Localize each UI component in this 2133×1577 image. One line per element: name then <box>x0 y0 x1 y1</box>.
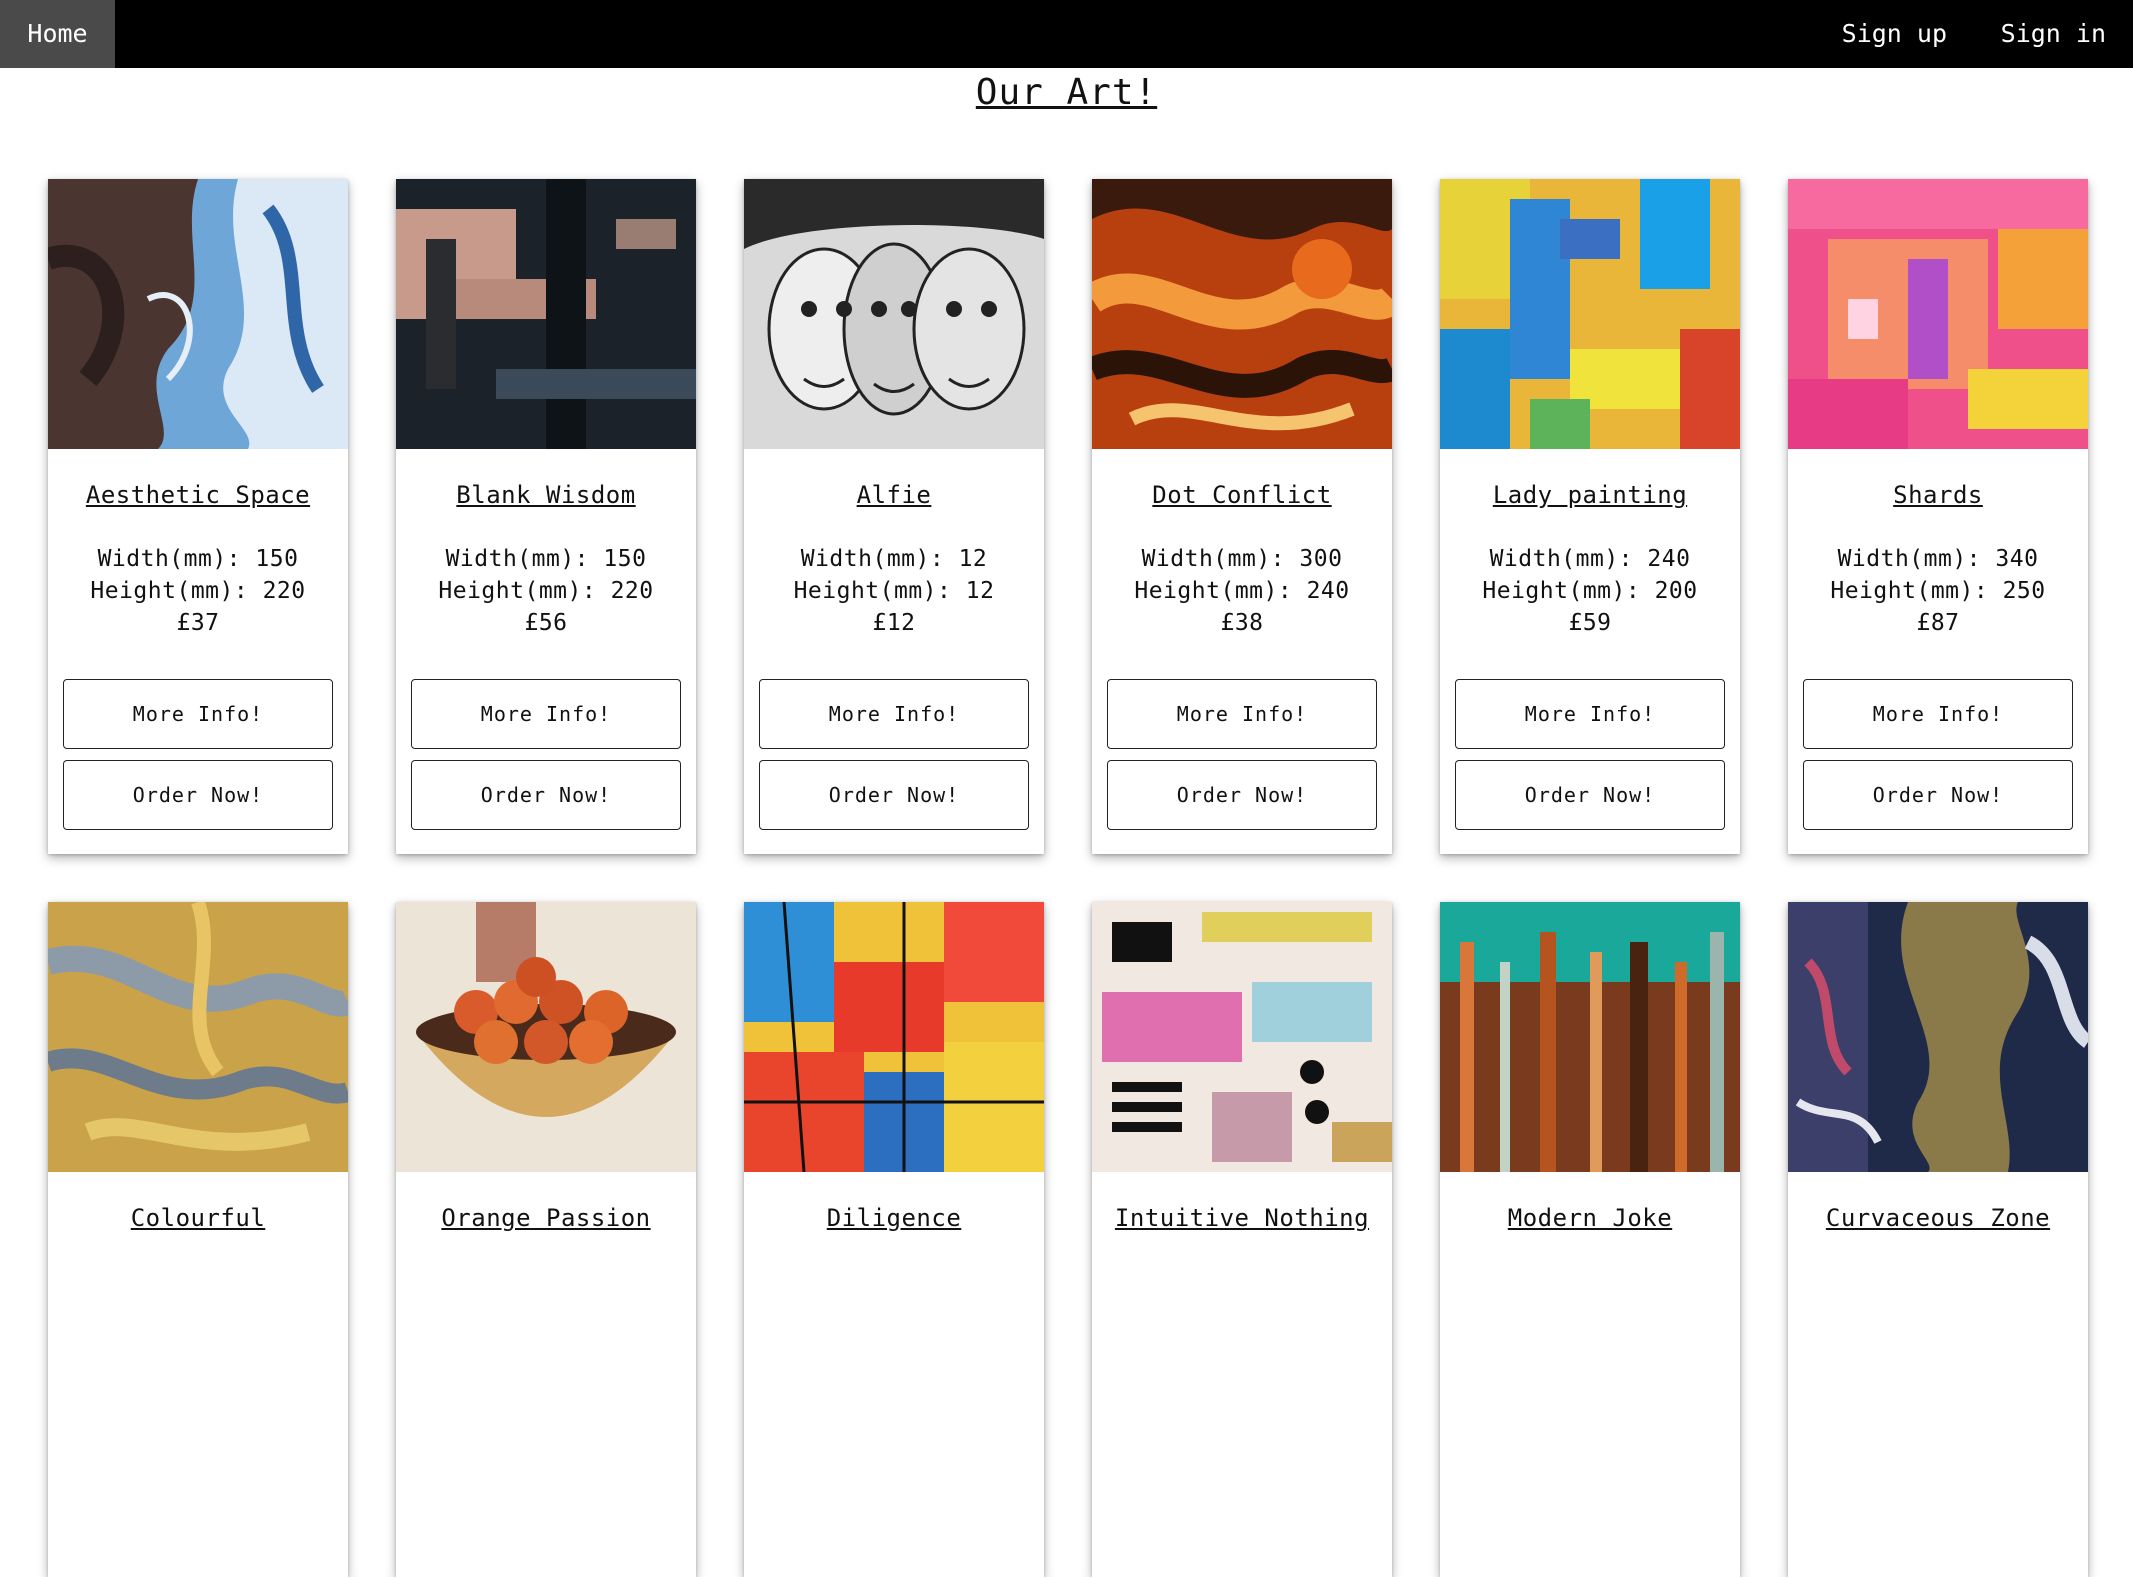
height-label: Height(mm): <box>1482 578 1655 604</box>
artwork-title-link[interactable]: Curvaceous Zone <box>1788 1204 2088 1234</box>
artwork-title-link[interactable]: Modern Joke <box>1440 1204 1740 1234</box>
art-card: Aesthetic Space Width(mm): 150 Height(mm… <box>48 179 348 854</box>
height-label: Height(mm): <box>1134 578 1307 604</box>
artwork-title-link[interactable]: Shards <box>1788 481 2088 511</box>
page-title: Our Art! <box>975 72 1158 113</box>
artwork-title-link[interactable]: Diligence <box>744 1204 1044 1234</box>
artwork-image[interactable] <box>48 179 348 449</box>
width-value: 240 <box>1647 546 1691 572</box>
art-card: Modern Joke <box>1440 902 1740 1577</box>
art-gallery-grid: Aesthetic Space Width(mm): 150 Height(mm… <box>48 179 2088 1577</box>
art-card: Diligence <box>744 902 1044 1577</box>
artwork-title-link[interactable]: Lady painting <box>1440 481 1740 511</box>
price: £12 <box>872 610 916 636</box>
width-label: Width(mm): <box>1489 546 1648 572</box>
artwork-specs: Width(mm): 300 Height(mm): 240 £38 <box>1092 543 1392 639</box>
order-now-button[interactable]: Order Now! <box>1107 760 1377 830</box>
order-now-button[interactable]: Order Now! <box>1455 760 1725 830</box>
artwork-specs: Width(mm): 240 Height(mm): 200 £59 <box>1440 543 1740 639</box>
artwork-image[interactable] <box>744 179 1044 449</box>
height-value: 200 <box>1654 578 1698 604</box>
nav-sign-up-link[interactable]: Sign up <box>1842 0 1947 68</box>
width-value: 150 <box>603 546 647 572</box>
height-value: 220 <box>262 578 306 604</box>
art-card: Shards Width(mm): 340 Height(mm): 250 £8… <box>1788 179 2088 854</box>
artwork-title-link[interactable]: Intuitive Nothing <box>1092 1204 1392 1234</box>
width-label: Width(mm): <box>1837 546 1996 572</box>
artwork-title-link[interactable]: Blank Wisdom <box>396 481 696 511</box>
order-now-button[interactable]: Order Now! <box>1803 760 2073 830</box>
art-card: Intuitive Nothing <box>1092 902 1392 1577</box>
artwork-specs: Width(mm): 12 Height(mm): 12 £12 <box>744 543 1044 639</box>
height-value: 12 <box>965 578 995 604</box>
artwork-image[interactable] <box>1092 179 1392 449</box>
artwork-image[interactable] <box>1440 902 1740 1172</box>
artwork-specs: Width(mm): 340 Height(mm): 250 £87 <box>1788 543 2088 639</box>
order-now-button[interactable]: Order Now! <box>63 760 333 830</box>
price: £59 <box>1568 610 1612 636</box>
art-card: Curvaceous Zone <box>1788 902 2088 1577</box>
more-info-button[interactable]: More Info! <box>1803 679 2073 749</box>
artwork-image[interactable] <box>48 902 348 1172</box>
nav-home-link[interactable]: Home <box>0 0 115 68</box>
artwork-image[interactable] <box>396 902 696 1172</box>
order-now-button[interactable]: Order Now! <box>411 760 681 830</box>
height-label: Height(mm): <box>1830 578 2003 604</box>
artwork-title-link[interactable]: Dot Conflict <box>1092 481 1392 511</box>
artwork-title-link[interactable]: Orange Passion <box>396 1204 696 1234</box>
art-card: Blank Wisdom Width(mm): 150 Height(mm): … <box>396 179 696 854</box>
more-info-button[interactable]: More Info! <box>63 679 333 749</box>
more-info-button[interactable]: More Info! <box>759 679 1029 749</box>
nav-sign-in-link[interactable]: Sign in <box>2001 0 2106 68</box>
navbar: Home Sign up Sign in <box>0 0 2133 68</box>
price: £38 <box>1220 610 1264 636</box>
price: £87 <box>1916 610 1960 636</box>
height-label: Height(mm): <box>793 578 966 604</box>
artwork-image[interactable] <box>744 902 1044 1172</box>
price: £37 <box>176 610 220 636</box>
artwork-image[interactable] <box>1440 179 1740 449</box>
artwork-image[interactable] <box>1788 902 2088 1172</box>
artwork-specs: Width(mm): 150 Height(mm): 220 £56 <box>396 543 696 639</box>
artwork-title-link[interactable]: Alfie <box>744 481 1044 511</box>
artwork-title-link[interactable]: Aesthetic Space <box>48 481 348 511</box>
artwork-image[interactable] <box>396 179 696 449</box>
width-value: 150 <box>255 546 299 572</box>
width-label: Width(mm): <box>445 546 604 572</box>
height-value: 250 <box>2002 578 2046 604</box>
width-label: Width(mm): <box>1141 546 1300 572</box>
height-label: Height(mm): <box>90 578 263 604</box>
height-value: 220 <box>610 578 654 604</box>
artwork-image[interactable] <box>1788 179 2088 449</box>
artwork-specs: Width(mm): 150 Height(mm): 220 £37 <box>48 543 348 639</box>
art-card: Orange Passion <box>396 902 696 1577</box>
art-card: Colourful <box>48 902 348 1577</box>
art-card: Alfie Width(mm): 12 Height(mm): 12 £12 M… <box>744 179 1044 854</box>
height-value: 240 <box>1306 578 1350 604</box>
more-info-button[interactable]: More Info! <box>1455 679 1725 749</box>
artwork-image[interactable] <box>1092 902 1392 1172</box>
price: £56 <box>524 610 568 636</box>
width-value: 340 <box>1995 546 2039 572</box>
width-value: 12 <box>958 546 988 572</box>
width-label: Width(mm): <box>800 546 959 572</box>
art-card: Lady painting Width(mm): 240 Height(mm):… <box>1440 179 1740 854</box>
more-info-button[interactable]: More Info! <box>1107 679 1377 749</box>
art-card: Dot Conflict Width(mm): 300 Height(mm): … <box>1092 179 1392 854</box>
order-now-button[interactable]: Order Now! <box>759 760 1029 830</box>
width-value: 300 <box>1299 546 1343 572</box>
more-info-button[interactable]: More Info! <box>411 679 681 749</box>
artwork-title-link[interactable]: Colourful <box>48 1204 348 1234</box>
width-label: Width(mm): <box>97 546 256 572</box>
height-label: Height(mm): <box>438 578 611 604</box>
